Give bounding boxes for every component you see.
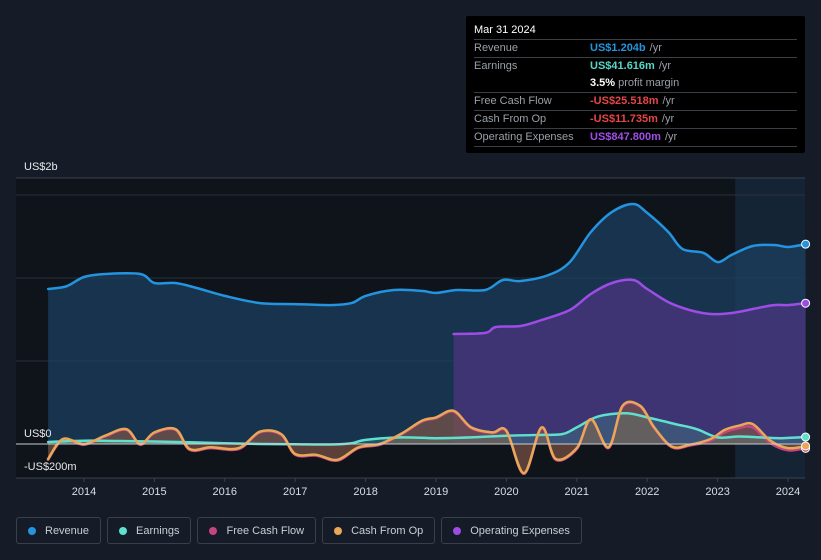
legend-label: Revenue	[45, 524, 90, 537]
tooltip-unit: /yr	[649, 42, 662, 54]
tooltip-row-revenue: Revenue US$1.204b /yr	[474, 40, 797, 58]
cash-from-op-endpoint	[801, 441, 811, 451]
tooltip-date: Mar 31 2024	[474, 22, 797, 40]
legend-item-revenue[interactable]: Revenue	[16, 517, 102, 544]
y-label-zero: US$0	[24, 428, 52, 440]
x-tick-label: 2018	[353, 486, 377, 498]
tooltip: Mar 31 2024 Revenue US$1.204b /yr Earnin…	[466, 16, 805, 153]
x-tick-label: 2023	[705, 486, 729, 498]
x-tick-label: 2016	[213, 486, 237, 498]
tooltip-row-profit-margin: 3.5% profit margin	[474, 75, 797, 93]
cash-from-op-dot-icon	[334, 526, 343, 535]
tooltip-row-free-cash-flow: Free Cash Flow -US$25.518m /yr	[474, 93, 797, 111]
tooltip-unit: /yr	[664, 131, 678, 143]
tooltip-label: Free Cash Flow	[474, 95, 552, 107]
y-label-top: US$2b	[24, 161, 58, 173]
tooltip-label: Cash From Op	[474, 113, 547, 125]
earnings-dot-icon	[119, 526, 128, 535]
tooltip-unit: /yr	[661, 113, 675, 125]
tooltip-label	[474, 75, 590, 92]
tooltip-value: -US$25.518m	[590, 95, 659, 107]
tooltip-value: US$1.204b	[590, 42, 646, 54]
legend-item-operating-expenses[interactable]: Operating Expenses	[441, 517, 582, 544]
tooltip-row-earnings: Earnings US$41.616m /yr	[474, 58, 797, 75]
legend-label: Earnings	[136, 524, 180, 537]
legend-label: Free Cash Flow	[226, 524, 305, 537]
operating-expenses-dot-icon	[453, 526, 462, 535]
x-tick-label: 2020	[494, 486, 518, 498]
tooltip-label: Revenue	[474, 42, 519, 54]
tooltip-value: -US$11.735m	[590, 113, 658, 125]
legend-item-earnings[interactable]: Earnings	[107, 517, 192, 544]
legend-item-free-cash-flow[interactable]: Free Cash Flow	[197, 517, 317, 544]
tooltip-label: Earnings	[474, 60, 518, 72]
x-tick-label: 2014	[72, 486, 96, 498]
tooltip-value: US$41.616m	[590, 60, 655, 72]
tooltip-label: Operating Expenses	[474, 131, 574, 143]
x-tick-label: 2024	[776, 486, 800, 498]
legend: Revenue Earnings Free Cash Flow Cash Fro…	[16, 517, 582, 544]
tooltip-row-cash-from-op: Cash From Op -US$11.735m /yr	[474, 111, 797, 129]
x-tick-label: 2022	[635, 486, 659, 498]
x-tick-label: 2015	[142, 486, 166, 498]
tooltip-unit: /yr	[658, 60, 672, 72]
tooltip-value: US$847.800m	[590, 131, 661, 143]
tooltip-unit: /yr	[662, 95, 675, 107]
legend-label: Cash From Op	[351, 524, 424, 537]
x-axis-ticks: 2014 2015 2016 2017 2018 2019 2020 2021 2022 2023…	[72, 478, 800, 498]
x-tick-label: 2017	[283, 486, 307, 498]
x-tick-label: 2021	[565, 486, 589, 498]
tooltip-row-operating-expenses: Operating Expenses US$847.800m /yr	[474, 129, 797, 147]
legend-label: Operating Expenses	[470, 524, 570, 537]
profit-margin-value: 3.5%	[590, 77, 616, 89]
profit-margin-text: profit margin	[618, 77, 680, 89]
y-label-bottom: -US$200m	[24, 461, 77, 473]
revenue-endpoint	[801, 239, 811, 249]
earnings-endpoint	[801, 432, 811, 442]
operating-expenses-endpoint	[801, 298, 811, 308]
free-cash-flow-dot-icon	[209, 526, 218, 535]
revenue-dot-icon	[28, 526, 36, 535]
x-tick-label: 2019	[424, 486, 448, 498]
legend-item-cash-from-op[interactable]: Cash From Op	[322, 517, 436, 544]
